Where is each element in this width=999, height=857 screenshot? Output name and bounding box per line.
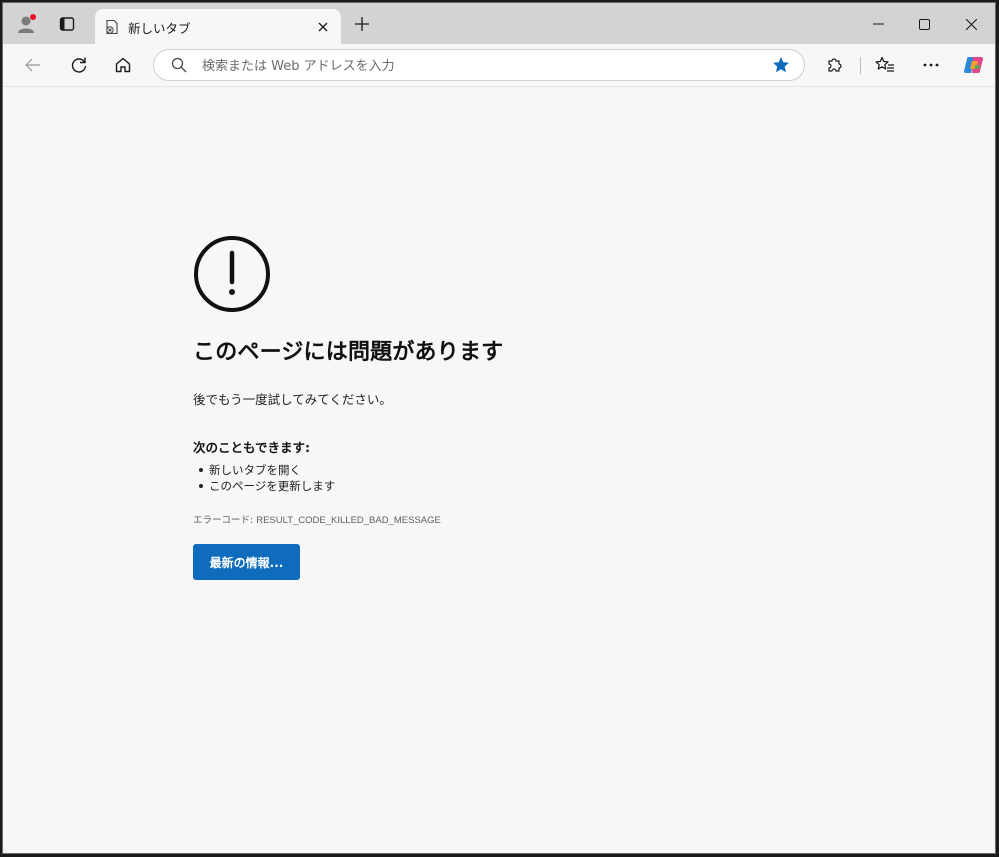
list-item: このページを更新します	[193, 478, 713, 494]
page-error-icon	[104, 19, 120, 39]
suggestions-title: 次のこともできます:	[193, 440, 310, 455]
toolbar-divider	[860, 57, 861, 74]
favorites-icon[interactable]	[872, 52, 898, 78]
home-icon[interactable]	[110, 52, 136, 78]
error-content: このページには問題があります 後でもう一度試してみてください。 次のこともできま…	[193, 235, 713, 580]
error-code: エラーコード: RESULT_CODE_KILLED_BAD_MESSAGE	[193, 512, 713, 526]
suggestions-list: 新しいタブを開く このページを更新します	[193, 462, 713, 494]
navigation-toolbar	[3, 44, 995, 87]
tab-title: 新しいタブ	[128, 21, 191, 36]
close-window-icon[interactable]	[951, 11, 991, 37]
error-message: 後でもう一度試してみてください。	[193, 392, 392, 407]
minimize-icon[interactable]	[858, 11, 898, 37]
copilot-icon[interactable]	[961, 52, 987, 78]
title-bar: 新しいタブ	[3, 3, 995, 45]
more-icon[interactable]	[918, 52, 944, 78]
details-button[interactable]: 最新の情報...	[193, 544, 300, 580]
address-bar[interactable]	[153, 49, 805, 81]
maximize-icon[interactable]	[904, 11, 944, 37]
tab-actions-icon[interactable]	[56, 13, 78, 35]
extensions-icon[interactable]	[821, 52, 847, 78]
error-code-value: RESULT_CODE_KILLED_BAD_MESSAGE	[256, 515, 441, 526]
address-input[interactable]	[200, 55, 744, 77]
back-arrow-icon[interactable]	[20, 52, 46, 78]
error-code-label: エラーコード:	[193, 515, 257, 526]
profile-icon[interactable]	[16, 13, 38, 35]
warning-circle-icon	[194, 236, 270, 312]
star-icon[interactable]	[772, 56, 790, 78]
tab-new-tab[interactable]: 新しいタブ	[95, 9, 341, 45]
browser-window: 新しいタブ 検索または Web アドレスを入力 このページには問題があります 後…	[2, 2, 996, 854]
close-tab-icon[interactable]	[313, 17, 333, 37]
page-title: このページには問題があります	[193, 340, 504, 365]
refresh-icon[interactable]	[66, 52, 92, 78]
search-icon	[171, 57, 187, 77]
plus-icon[interactable]	[351, 13, 373, 35]
list-item: 新しいタブを開く	[193, 462, 713, 478]
